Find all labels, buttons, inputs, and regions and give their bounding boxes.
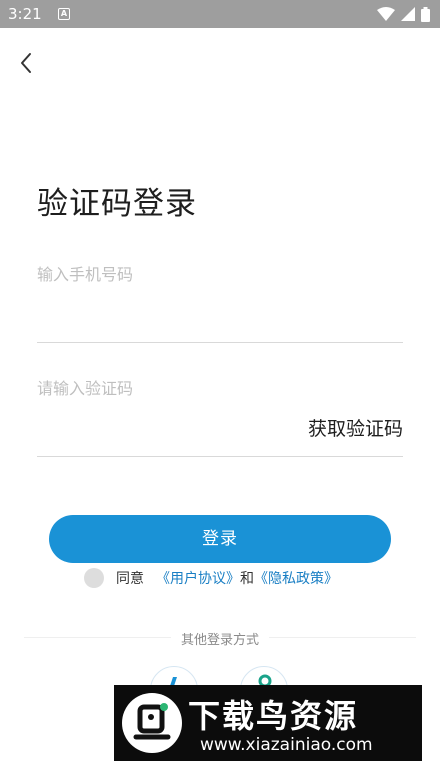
status-time: 3:21 xyxy=(8,5,42,23)
page-title: 验证码登录 xyxy=(37,186,197,222)
and-label: 和 xyxy=(240,571,254,587)
other-login-label-text: 其他登录方式 xyxy=(170,633,269,648)
status-icons xyxy=(377,6,430,22)
agree-checkbox[interactable] xyxy=(84,568,104,588)
chevron-left-icon xyxy=(21,53,31,73)
battery-icon xyxy=(421,6,430,22)
login-button[interactable]: 登录 xyxy=(49,515,391,563)
get-code-button[interactable]: 获取验证码 xyxy=(308,414,403,441)
other-login-label: 其他登录方式 xyxy=(0,629,440,648)
phone-input[interactable]: 输入手机号码 xyxy=(37,261,133,285)
watermark-logo-icon xyxy=(122,693,182,753)
back-button[interactable] xyxy=(14,50,40,76)
verification-code-input[interactable]: 请输入验证码 xyxy=(37,375,133,399)
agree-label: 同意 xyxy=(116,571,144,587)
user-agreement-link[interactable]: 《用户协议》 xyxy=(156,568,240,588)
watermark-url: www.xiazainiao.com xyxy=(200,735,373,755)
status-bar: 3:21 A xyxy=(0,0,440,28)
signal-icon xyxy=(401,7,415,21)
watermark-title: 下载鸟资源 xyxy=(188,697,359,735)
agreement-row: 同意 《用户协议》 和 《隐私政策》 xyxy=(84,567,338,589)
app-notification-icon: A xyxy=(58,8,70,20)
code-input-underline xyxy=(37,456,403,457)
phone-input-underline xyxy=(37,342,403,343)
privacy-policy-link[interactable]: 《隐私政策》 xyxy=(254,568,338,588)
wifi-icon xyxy=(377,7,395,21)
watermark-banner: 下载鸟资源 www.xiazainiao.com xyxy=(114,685,422,761)
